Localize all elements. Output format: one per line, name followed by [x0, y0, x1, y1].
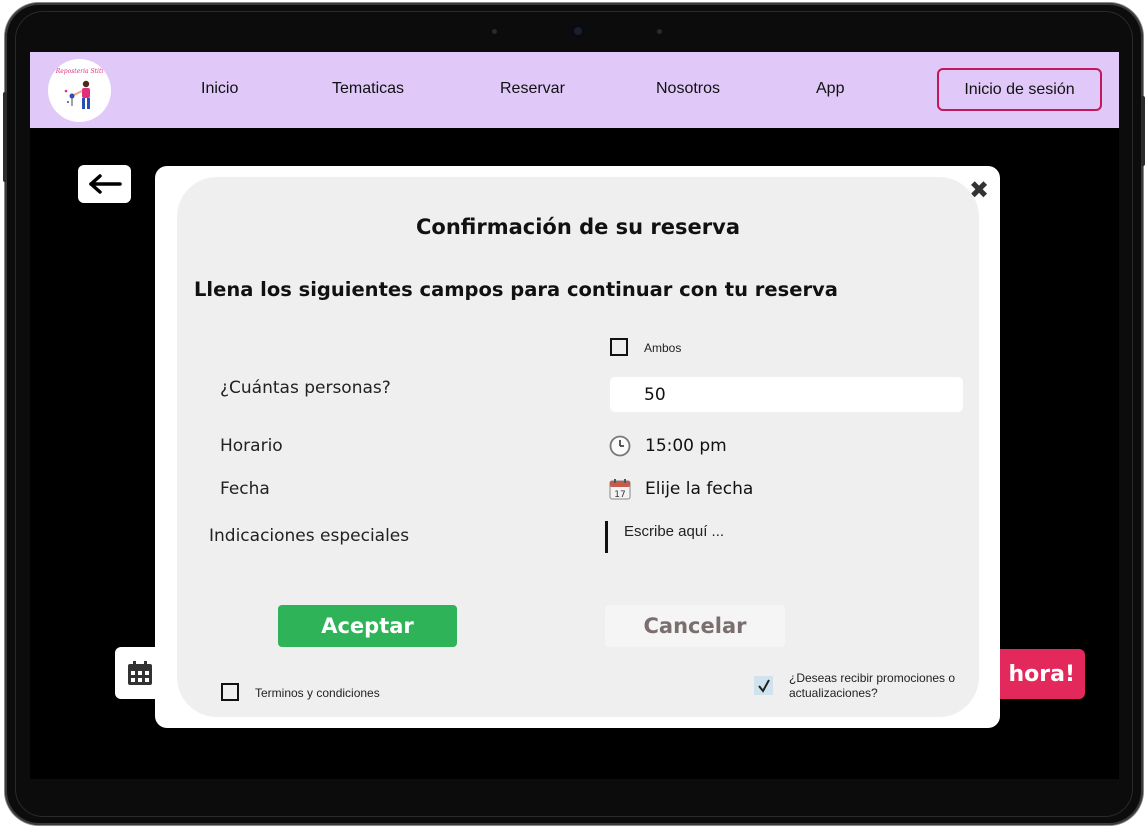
notes-textarea[interactable]: Escribe aquí ... — [605, 521, 905, 553]
camera-icon — [570, 23, 586, 39]
terms-checkbox[interactable] — [221, 683, 239, 701]
both-checkbox[interactable] — [610, 338, 628, 356]
sensor-dot — [492, 29, 497, 34]
screen: Reposteria Stiti Inicio Tematicas Reserv… — [30, 52, 1119, 779]
date-value: Elije la fecha — [645, 479, 754, 499]
back-button[interactable] — [78, 165, 131, 203]
calendar-icon — [128, 661, 152, 685]
calendar-day-text: 17 — [614, 490, 625, 500]
schedule-label: Horario — [220, 436, 283, 456]
reserve-now-button[interactable]: hora! — [990, 649, 1085, 699]
calendar-17-icon: 17 — [608, 477, 632, 501]
date-field[interactable]: 17 Elije la fecha — [608, 477, 753, 501]
schedule-value: 15:00 pm — [645, 436, 727, 456]
logo-figure-icon — [64, 80, 90, 109]
cancel-button[interactable]: Cancelar — [605, 605, 785, 647]
logo[interactable]: Reposteria Stiti — [48, 59, 111, 122]
arrow-left-icon — [88, 174, 122, 194]
login-button[interactable]: Inicio de sesión — [937, 68, 1102, 111]
top-nav: Reposteria Stiti Inicio Tematicas Reserv… — [30, 52, 1119, 128]
sensor-dot — [657, 29, 662, 34]
date-label: Fecha — [220, 479, 270, 499]
reservation-modal: ✖ Confirmación de su reserva Llena los s… — [155, 166, 1000, 728]
nav-link-inicio[interactable]: Inicio — [201, 80, 238, 98]
side-button — [1141, 96, 1145, 166]
modal-panel: Confirmación de su reserva Llena los sig… — [177, 177, 979, 717]
people-label: ¿Cuántas personas? — [220, 378, 391, 398]
side-button — [3, 92, 7, 182]
modal-subtitle: Llena los siguientes campos para continu… — [194, 278, 838, 301]
terms-label[interactable]: Terminos y condiciones — [255, 686, 380, 700]
notes-label: Indicaciones especiales — [209, 526, 410, 546]
checkmark-icon — [757, 679, 770, 693]
people-input[interactable]: 50 — [610, 377, 963, 412]
modal-title: Confirmación de su reserva — [415, 215, 740, 239]
nav-link-reservar[interactable]: Reservar — [500, 80, 565, 98]
nav-link-app[interactable]: App — [816, 80, 844, 98]
schedule-field[interactable]: 15:00 pm — [608, 434, 727, 458]
nav-link-nosotros[interactable]: Nosotros — [656, 80, 720, 98]
accept-button[interactable]: Aceptar — [278, 605, 457, 647]
both-label: Ambos — [644, 341, 682, 355]
logo-text: Reposteria Stiti — [55, 68, 104, 75]
promo-label: ¿Deseas recibir promociones o actualizac… — [789, 671, 956, 700]
promo-checkbox[interactable] — [754, 676, 773, 695]
nav-link-tematicas[interactable]: Tematicas — [332, 80, 404, 98]
clock-icon — [608, 434, 632, 458]
